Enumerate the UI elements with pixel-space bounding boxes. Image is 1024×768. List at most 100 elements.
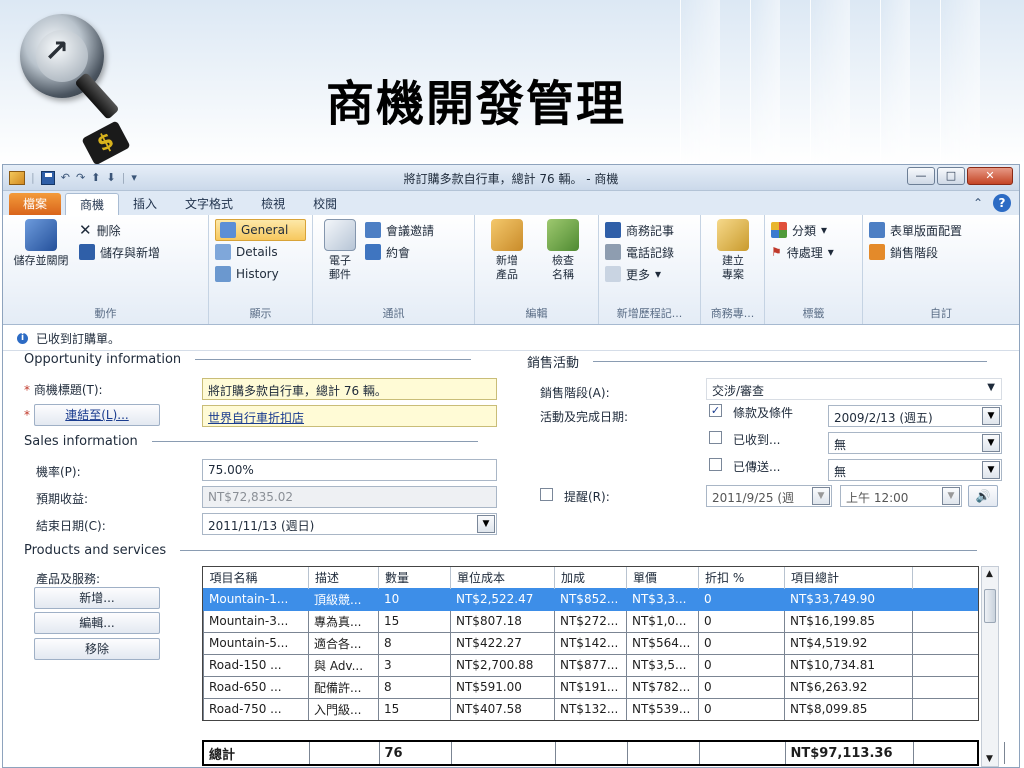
col-header-unit-cost[interactable]: 單位成本 (450, 567, 555, 588)
probability-field[interactable]: 75.00% (202, 459, 497, 481)
form-layout-button[interactable]: 表單版面配置 (869, 219, 1013, 241)
reminder-checkbox[interactable] (540, 488, 553, 501)
table-row[interactable]: Road-750 ... 入門級... 15 NT$407.58 NT$132... NT… (203, 697, 978, 720)
tab-opportunity[interactable]: 商機 (65, 193, 120, 215)
scroll-thumb[interactable] (984, 589, 996, 623)
scroll-up-icon[interactable]: ▲ (986, 569, 993, 579)
sales-stage-select[interactable]: 交涉/審查 ▼ (706, 378, 1002, 400)
create-project-button[interactable]: 建立專案 (707, 219, 759, 282)
save-close-button[interactable]: 儲存並關閉 (9, 219, 73, 268)
save-new-icon (79, 244, 95, 260)
col-header-line-total[interactable]: 項目總計 (784, 567, 913, 588)
project-icon (717, 219, 749, 251)
close-date-field[interactable]: 2011/11/13 (週日) ▼ (202, 513, 497, 535)
col-header-item-name[interactable]: 項目名稱 (203, 567, 309, 588)
check-names-button[interactable]: 檢查名稱 (537, 219, 589, 282)
group-communicate: 電子郵件 會議邀請 約會 通訊 (313, 215, 475, 324)
calendar-icon (365, 244, 381, 260)
reminder-date-dropdown-icon[interactable]: ▼ (812, 487, 830, 505)
group-label-tags: 標籤 (802, 307, 825, 320)
close-date-dropdown-icon[interactable]: ▼ (477, 515, 495, 533)
email-icon (324, 219, 356, 251)
minimize-button[interactable]: — (907, 167, 935, 185)
grid-scrollbar[interactable]: ▲ ▼ (981, 566, 999, 767)
col-header-unit-price[interactable]: 單價 (626, 567, 699, 588)
form-layout-icon (869, 222, 885, 238)
tab-view[interactable]: 檢視 (247, 193, 299, 215)
help-icon[interactable]: ? (993, 194, 1011, 212)
reminder-date-field[interactable]: 2011/9/25 (週 ▼ (706, 485, 832, 507)
business-note-button[interactable]: 商務記事 (605, 219, 694, 241)
received-date-field[interactable]: 無 ▼ (828, 432, 1002, 454)
add-product-button[interactable]: 新增產品 (481, 219, 533, 282)
table-cell: 0 (698, 675, 785, 699)
table-cell: NT$807.18 (450, 609, 555, 633)
add-product-item-button[interactable]: 新增... (34, 587, 160, 609)
col-header-discount[interactable]: 折扣 % (698, 567, 785, 588)
table-cell: NT$10,734.81 (784, 653, 913, 677)
sales-stage-button[interactable]: 銷售階段 (869, 241, 1013, 263)
col-header-markup[interactable]: 加成 (554, 567, 627, 588)
general-button[interactable]: General (215, 219, 306, 241)
table-row[interactable]: Mountain-1... 頂級競... 10 NT$2,522.47 NT$852..… (203, 587, 978, 611)
close-button[interactable]: ✕ (967, 167, 1013, 185)
delete-button[interactable]: ✕ 刪除 (79, 219, 160, 241)
tab-file[interactable]: 檔案 (9, 193, 62, 215)
table-row[interactable]: Mountain-3... 專為真... 15 NT$807.18 NT$272... N… (203, 609, 978, 633)
reminder-label: 提醒(R): (564, 490, 610, 504)
sent-dropdown-icon[interactable]: ▼ (982, 461, 1000, 479)
table-row[interactable]: Road-650 ... 配備許... 8 NT$591.00 NT$191... NT$… (203, 675, 978, 699)
table-cell: 配備許... (308, 675, 379, 699)
categorize-button[interactable]: 分類 ▾ (771, 219, 856, 241)
sent-checkbox[interactable] (709, 458, 722, 471)
sent-date-field[interactable]: 無 ▼ (828, 459, 1002, 481)
edit-product-item-button[interactable]: 編輯... (34, 612, 160, 634)
table-row[interactable]: Mountain-5... 適合各... 8 NT$422.27 NT$142... NT… (203, 631, 978, 655)
details-icon (215, 244, 231, 260)
sent-label: 已傳送... (733, 460, 781, 474)
save-new-button[interactable]: 儲存與新增 (79, 241, 160, 263)
group-show: General Details History 顯示 (209, 215, 313, 324)
email-button[interactable]: 電子郵件 (319, 219, 361, 282)
ribbon-tabs: 檔案 商機 插入 文字格式 檢視 校閱 ⌃ ? (3, 191, 1019, 215)
sales-stage-label: 銷售階段(A): (540, 386, 610, 400)
reminder-time-field[interactable]: 上午 12:00 ▼ (840, 485, 962, 507)
col-header-tax[interactable]: 稅 (912, 567, 978, 588)
title-field[interactable]: 將訂購多款自行車，總計 76 輛。 (202, 378, 497, 400)
table-cell: NT$1,0... (626, 609, 699, 633)
tab-review[interactable]: 校閱 (299, 193, 351, 215)
terms-date-field[interactable]: 2009/2/13 (週五) ▼ (828, 405, 1002, 427)
reminder-sound-icon[interactable]: 🔊 (968, 485, 998, 507)
maximize-button[interactable]: □ (937, 167, 965, 185)
table-cell: NT$591.00 (450, 675, 555, 699)
received-checkbox[interactable] (709, 431, 722, 444)
table-cell: NT$564... (626, 631, 699, 655)
reminder-time-dropdown-icon[interactable]: ▼ (942, 487, 960, 505)
more-history-button[interactable]: 更多 ▾ (605, 263, 694, 285)
group-customize: 表單版面配置 銷售階段 自訂 (863, 215, 1019, 324)
terms-checkbox[interactable]: ✓ (709, 404, 722, 417)
add-product-icon (491, 219, 523, 251)
col-header-description[interactable]: 描述 (308, 567, 379, 588)
tab-format-text[interactable]: 文字格式 (171, 193, 247, 215)
link-to-field[interactable]: 世界自行車折扣店 (202, 405, 497, 427)
group-business-project: 建立專案 商務專... (701, 215, 765, 324)
section-opportunity-information: Opportunity information (24, 352, 498, 367)
phone-log-button[interactable]: 電話記錄 (605, 241, 694, 263)
details-button[interactable]: Details (215, 241, 306, 263)
tab-insert[interactable]: 插入 (119, 193, 171, 215)
remove-product-item-button[interactable]: 移除 (34, 638, 160, 660)
received-dropdown-icon[interactable]: ▼ (982, 434, 1000, 452)
collapse-ribbon-icon[interactable]: ⌃ (973, 196, 983, 210)
appointment-button[interactable]: 約會 (365, 241, 434, 263)
meeting-button[interactable]: 會議邀請 (365, 219, 434, 241)
terms-date-dropdown-icon[interactable]: ▼ (982, 407, 1000, 425)
table-cell: NT$142... (554, 631, 627, 655)
col-header-quantity[interactable]: 數量 (378, 567, 451, 588)
history-button[interactable]: History (215, 263, 306, 285)
table-row[interactable]: Road-150 ... 與 Adv... 3 NT$2,700.88 NT$877..… (203, 653, 978, 677)
link-to-button[interactable]: 連結至(L)... (34, 404, 160, 426)
group-actions: 儲存並關閉 ✕ 刪除 儲存與新增 動作 (3, 215, 209, 324)
follow-up-button[interactable]: ⚑ 待處理 ▾ (771, 241, 856, 263)
table-cell: 專為真... (308, 609, 379, 633)
